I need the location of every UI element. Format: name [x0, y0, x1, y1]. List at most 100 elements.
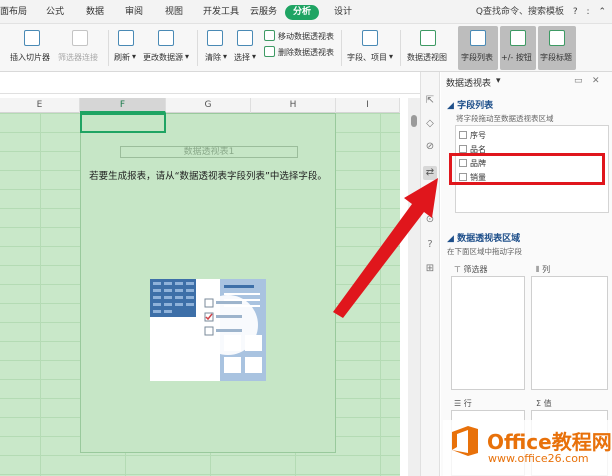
- select-dropdown-icon[interactable]: ▾: [252, 52, 256, 61]
- refresh-button[interactable]: 刷新: [114, 52, 130, 63]
- filter-icon: ⊤: [454, 265, 464, 274]
- expand-caret-icon: ◢: [447, 101, 458, 111]
- refresh-icon: [118, 30, 134, 46]
- watermark-brand: Office教程网: [487, 430, 612, 454]
- move-pivot-icon: [264, 30, 275, 41]
- clear-dropdown-icon[interactable]: ▾: [223, 52, 227, 61]
- slicer-icon: [24, 30, 40, 46]
- areas-heading-text: 数据透视表区域: [457, 234, 521, 244]
- backup-icon[interactable]: ⊙: [423, 213, 437, 227]
- pane-pin-icon[interactable]: ▭: [574, 76, 583, 86]
- menu-design[interactable]: 设计: [334, 5, 352, 20]
- apps-icon[interactable]: ⊞: [423, 262, 437, 276]
- scroll-thumb[interactable]: [411, 115, 417, 127]
- vertical-scrollbar[interactable]: [408, 98, 420, 476]
- field-list-icon: [470, 30, 486, 46]
- clear-button[interactable]: 清除: [205, 52, 221, 63]
- field-headers-button[interactable]: 字段标题: [540, 52, 572, 63]
- pane-title: 数据透视表: [446, 79, 492, 89]
- menu-bar: 面布局 公式 数据 审阅 视图 开发工具 云服务 分析 设计 Q查找命令、搜索模…: [0, 0, 612, 24]
- style-icon[interactable]: ⊘: [423, 140, 437, 154]
- value-zone-text: 值: [543, 399, 552, 408]
- change-source-button[interactable]: 更改数据源: [143, 52, 183, 63]
- move-pivot-button[interactable]: 移动数据透视表: [278, 31, 334, 42]
- pane-title-dropdown-icon[interactable]: ▾: [496, 76, 501, 86]
- select-icon: [237, 30, 253, 46]
- field-list-hint: 将字段拖动至数据透视表区域: [456, 114, 554, 123]
- highlight-box: [449, 153, 605, 185]
- menu-developer[interactable]: 开发工具: [203, 5, 239, 20]
- column-header-row: E F G H I: [0, 98, 400, 113]
- column-drop-zone[interactable]: [531, 276, 608, 390]
- change-source-icon: [158, 30, 174, 46]
- row-zone-label: ☰ 行: [454, 398, 472, 409]
- menu-data[interactable]: 数据: [86, 5, 104, 20]
- pivot-pane-icon[interactable]: ⇄: [423, 166, 437, 180]
- field-list-section-heading[interactable]: ◢ 字段列表: [447, 98, 493, 111]
- delete-pivot-button[interactable]: 删除数据透视表: [278, 47, 334, 58]
- plus-minus-button[interactable]: +/- 按钮: [501, 52, 532, 63]
- pane-close-icon[interactable]: ✕: [592, 76, 600, 86]
- menu-cloud[interactable]: 云服务: [250, 5, 277, 20]
- column-header-i[interactable]: I: [336, 98, 400, 113]
- menu-analyze[interactable]: 分析: [285, 5, 320, 20]
- pivot-chart-icon: [420, 30, 436, 46]
- select-button[interactable]: 选择: [234, 52, 250, 63]
- menu-formulas[interactable]: 公式: [46, 5, 64, 20]
- clear-icon: [207, 30, 223, 46]
- refresh-dropdown-icon[interactable]: ▾: [132, 52, 136, 61]
- column-header-f[interactable]: F: [80, 98, 166, 113]
- column-header-h[interactable]: H: [251, 98, 336, 113]
- ribbon-separator: [108, 30, 109, 66]
- plus-minus-icon: [510, 30, 526, 46]
- value-zone-label: Σ 值: [536, 398, 552, 409]
- pivot-placeholder-illustration: [150, 279, 266, 381]
- filter-drop-zone[interactable]: [451, 276, 525, 390]
- pivot-illustration-graphic: [150, 279, 266, 381]
- areas-section-heading[interactable]: ◢ 数据透视表区域: [447, 231, 520, 244]
- menu-review[interactable]: 审阅: [125, 5, 143, 20]
- more-icon[interactable]: :: [587, 7, 590, 17]
- menu-view[interactable]: 视图: [165, 5, 183, 20]
- field-list-button[interactable]: 字段列表: [461, 52, 493, 63]
- collapse-ribbon-icon[interactable]: ⌃: [598, 7, 606, 17]
- pointer-icon[interactable]: ⇱: [423, 94, 437, 108]
- ribbon-separator: [400, 30, 401, 66]
- fields-items-button[interactable]: 字段、项目: [347, 52, 387, 63]
- filter-zone-label: ⊤ 筛选器: [454, 264, 488, 275]
- pivot-table-name: 数据透视表1: [120, 146, 298, 158]
- delete-pivot-icon: [264, 46, 275, 57]
- column-zone-label: ⦀ 列: [536, 264, 550, 275]
- ribbon-separator: [341, 30, 342, 66]
- help-icon[interactable]: ?: [573, 7, 578, 17]
- ribbon-separator: [197, 30, 198, 66]
- areas-hint: 在下面区域中拖动字段: [447, 247, 522, 256]
- filter-zone-text: 筛选器: [463, 265, 488, 274]
- field-checkbox[interactable]: [459, 145, 467, 153]
- column-header-g[interactable]: G: [166, 98, 251, 113]
- field-item[interactable]: 序号: [459, 130, 486, 141]
- help-circle-icon[interactable]: ?: [423, 238, 437, 252]
- filter-connection-icon: [72, 30, 88, 46]
- search-command-box[interactable]: Q查找命令、搜索模板: [476, 7, 564, 17]
- expand-caret-icon: ◢: [447, 234, 458, 244]
- watermark-url: www.office26.com: [488, 452, 589, 465]
- menu-right-tools: Q查找命令、搜索模板 ? : ⌃: [470, 5, 606, 20]
- row-zone-text: 行: [463, 399, 472, 408]
- shape-icon[interactable]: ◇: [423, 117, 437, 131]
- column-header-e[interactable]: E: [0, 98, 80, 113]
- filter-connection-button[interactable]: 筛选器连接: [58, 52, 98, 63]
- sum-icon: Σ: [536, 399, 544, 408]
- pivot-chart-button[interactable]: 数据透视图: [407, 52, 447, 63]
- change-source-dropdown-icon[interactable]: ▾: [185, 52, 189, 61]
- office-logo-icon: [452, 426, 478, 456]
- field-headers-icon: [549, 30, 565, 46]
- insert-slicer-button[interactable]: 插入切片器: [10, 52, 50, 63]
- fields-items-icon: [362, 30, 378, 46]
- menu-page-layout[interactable]: 面布局: [0, 5, 27, 20]
- active-cell[interactable]: [80, 113, 166, 133]
- fields-items-dropdown-icon[interactable]: ▾: [389, 52, 393, 61]
- field-checkbox[interactable]: [459, 131, 467, 139]
- formula-bar[interactable]: [0, 72, 420, 94]
- column-zone-text: 列: [542, 265, 551, 274]
